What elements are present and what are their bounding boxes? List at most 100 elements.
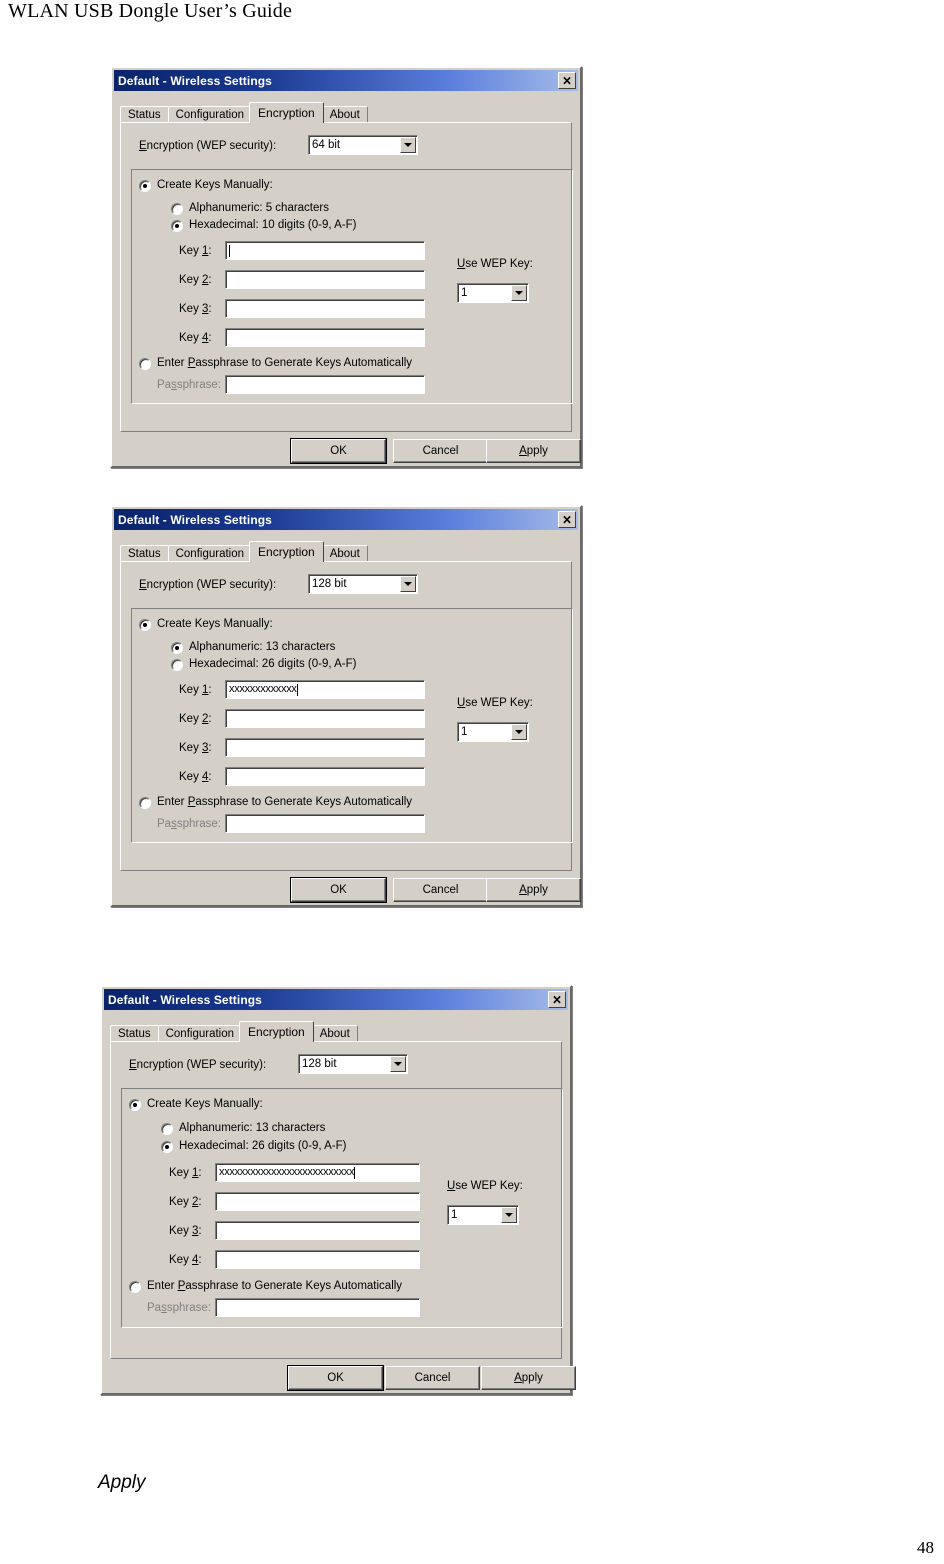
alphanumeric-radio[interactable] [171, 642, 183, 654]
tab-encryption[interactable]: Encryption [239, 1021, 314, 1042]
tab-configuration[interactable]: Configuration [167, 106, 253, 123]
key-2-field[interactable] [225, 270, 425, 289]
chevron-down-icon[interactable] [501, 1207, 517, 1223]
close-glyph: ✕ [562, 73, 572, 88]
title-bar: Default - Wireless Settings ✕ [114, 509, 578, 530]
passphrase-field[interactable] [225, 814, 425, 833]
passphrase-radio[interactable] [129, 1281, 141, 1293]
create-keys-label: Create Keys Manually: [157, 618, 273, 630]
key-1-label: Key 1: [169, 1167, 202, 1179]
key-4-field[interactable] [215, 1250, 420, 1269]
apply-caption: Apply [98, 1472, 146, 1493]
key-4-field[interactable] [225, 328, 425, 347]
title-bar: Default - Wireless Settings ✕ [104, 989, 568, 1010]
passphrase-radio[interactable] [139, 358, 151, 370]
tab-configuration[interactable]: Configuration [157, 1025, 243, 1042]
alphanumeric-radio[interactable] [161, 1123, 173, 1135]
tab-status[interactable]: Status [120, 545, 169, 562]
chevron-down-icon[interactable] [511, 724, 527, 740]
encryption-value: 128 bit [302, 1058, 337, 1070]
tab-page-encryption: Encryption (WEP security): 128 bit Creat… [110, 1041, 563, 1359]
alphanumeric-label: Alphanumeric: 13 characters [179, 1122, 326, 1134]
alphanumeric-radio[interactable] [171, 203, 183, 215]
ok-button[interactable]: OK [287, 1365, 384, 1391]
cancel-button[interactable]: Cancel [393, 878, 488, 902]
key-1-field[interactable]: xxxxxxxxxxxxxxxxxxxxxxxxxx [215, 1163, 420, 1182]
key-3-field[interactable] [215, 1221, 420, 1240]
cancel-button[interactable]: Cancel [393, 439, 488, 463]
key-3-field[interactable] [225, 738, 425, 757]
encryption-combobox[interactable]: 128 bit [308, 574, 418, 594]
tab-about[interactable]: About [321, 106, 368, 123]
apply-button[interactable]: Apply [486, 878, 581, 902]
create-keys-radio[interactable] [139, 619, 151, 631]
hexadecimal-radio[interactable] [171, 659, 183, 671]
encryption-label: Encryption (WEP security): [139, 140, 277, 152]
key-2-label: Key 2: [169, 1196, 202, 1208]
close-icon[interactable]: ✕ [548, 991, 566, 1008]
tab-page-encryption: Encryption (WEP security): 128 bit Creat… [120, 561, 573, 871]
encryption-label: Encryption (WEP security): [139, 579, 277, 591]
key-1-label: Key 1: [179, 684, 212, 696]
close-icon[interactable]: ✕ [558, 72, 576, 89]
create-keys-radio[interactable] [139, 180, 151, 192]
apply-button[interactable]: Apply [486, 439, 581, 463]
key-2-field[interactable] [225, 709, 425, 728]
passphrase-radio-label: Enter Passphrase to Generate Keys Automa… [157, 357, 413, 369]
use-wep-key-combobox[interactable]: 1 [457, 722, 529, 742]
chevron-down-icon[interactable] [390, 1056, 406, 1072]
encryption-combobox[interactable]: 64 bit [308, 135, 418, 155]
passphrase-radio[interactable] [139, 797, 151, 809]
ok-button[interactable]: OK [290, 877, 387, 903]
window-title: Default - Wireless Settings [118, 512, 272, 527]
apply-button[interactable]: Apply [481, 1366, 576, 1390]
tab-status[interactable]: Status [110, 1025, 159, 1042]
tab-about[interactable]: About [321, 545, 368, 562]
tab-encryption[interactable]: Encryption [249, 102, 324, 123]
chevron-down-icon[interactable] [400, 137, 416, 153]
key-1-field[interactable]: xxxxxxxxxxxxx [225, 680, 425, 699]
hexadecimal-label: Hexadecimal: 26 digits (0-9, A-F) [189, 658, 357, 670]
chevron-down-icon[interactable] [400, 576, 416, 592]
use-wep-key-combobox[interactable]: 1 [457, 283, 529, 303]
key-1-value: xxxxxxxxxxxxx [229, 683, 297, 695]
chevron-down-icon[interactable] [511, 285, 527, 301]
key-2-label: Key 2: [179, 713, 212, 725]
wireless-settings-dialog-128bit-hexadecimal: Default - Wireless Settings ✕ Status Con… [100, 985, 576, 1395]
use-wep-key-value: 1 [461, 726, 468, 738]
alphanumeric-label: Alphanumeric: 5 characters [189, 202, 329, 214]
tab-configuration[interactable]: Configuration [167, 545, 253, 562]
key-1-field[interactable] [225, 241, 425, 260]
passphrase-field[interactable] [225, 375, 425, 394]
key-3-field[interactable] [225, 299, 425, 318]
title-bar: Default - Wireless Settings ✕ [114, 70, 578, 91]
encryption-combobox[interactable]: 128 bit [298, 1054, 408, 1074]
tab-about[interactable]: About [311, 1025, 358, 1042]
passphrase-field-label: Passphrase: [157, 379, 221, 391]
use-wep-key-combobox[interactable]: 1 [447, 1205, 519, 1225]
key-4-field[interactable] [225, 767, 425, 786]
page-header: WLAN USB Dongle User’s Guide [8, 0, 293, 22]
passphrase-field[interactable] [215, 1298, 420, 1317]
encryption-value: 128 bit [312, 578, 347, 590]
use-wep-key-label: Use WEP Key: [457, 258, 533, 270]
use-wep-key-label: Use WEP Key: [447, 1180, 523, 1192]
tab-status[interactable]: Status [120, 106, 169, 123]
hexadecimal-label: Hexadecimal: 26 digits (0-9, A-F) [179, 1140, 347, 1152]
wireless-settings-dialog-128bit-alphanumeric: Default - Wireless Settings ✕ Status Con… [110, 505, 582, 907]
tab-encryption[interactable]: Encryption [249, 541, 324, 562]
create-keys-radio[interactable] [129, 1099, 141, 1111]
hexadecimal-radio[interactable] [171, 220, 183, 232]
window-title: Default - Wireless Settings [108, 992, 262, 1007]
use-wep-key-value: 1 [451, 1209, 458, 1221]
close-icon[interactable]: ✕ [558, 511, 576, 528]
close-glyph: ✕ [552, 992, 562, 1007]
page-number: 48 [917, 1538, 934, 1557]
passphrase-radio-label: Enter Passphrase to Generate Keys Automa… [157, 796, 413, 808]
key-2-field[interactable] [215, 1192, 420, 1211]
key-1-value: xxxxxxxxxxxxxxxxxxxxxxxxxx [219, 1166, 355, 1178]
cancel-button[interactable]: Cancel [385, 1366, 480, 1390]
use-wep-key-label: Use WEP Key: [457, 697, 533, 709]
hexadecimal-radio[interactable] [161, 1141, 173, 1153]
ok-button[interactable]: OK [290, 438, 387, 464]
